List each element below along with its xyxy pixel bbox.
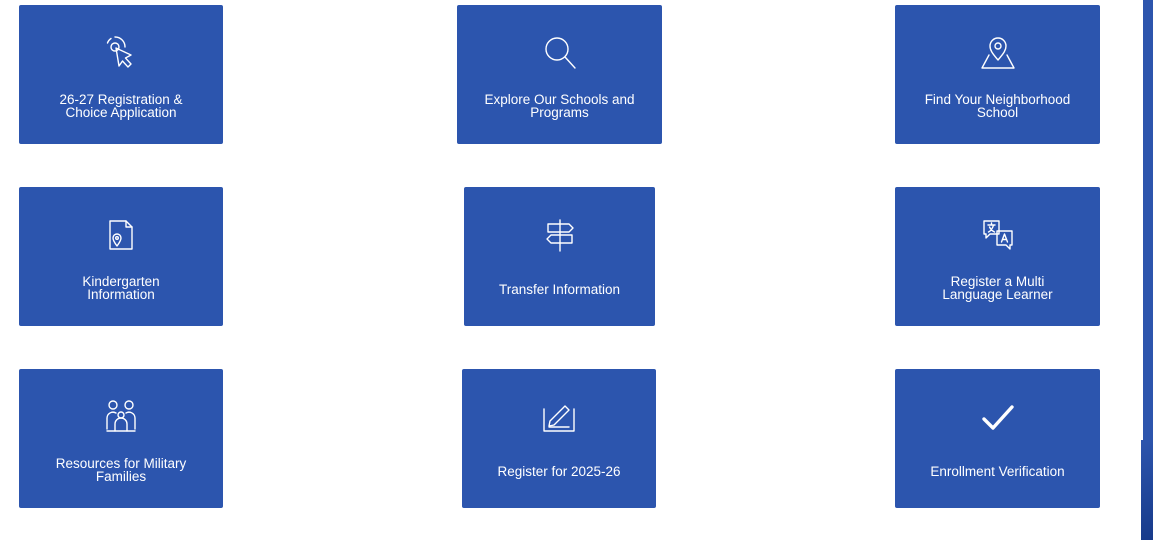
tile-label: Transfer Information [498, 282, 621, 297]
signature-icon [462, 397, 656, 437]
map-pin-icon [895, 33, 1100, 73]
translate-icon [895, 215, 1100, 255]
tile-register-2025-26[interactable]: Register for 2025-26 [462, 369, 656, 508]
tile-label: Explore Our Schools and Programs [484, 92, 635, 120]
tile-neighborhood-school[interactable]: Find Your Neighborhood School [895, 5, 1100, 144]
scrollbar-accent [1141, 440, 1153, 540]
tile-enrollment-verification[interactable]: Enrollment Verification [895, 369, 1100, 508]
search-icon [457, 33, 662, 73]
tile-label: Resources for Military Families [55, 456, 187, 484]
tile-label: Kindergarten Information [82, 274, 160, 302]
tile-explore-schools[interactable]: Explore Our Schools and Programs [457, 5, 662, 144]
tile-label: Enrollment Verification [930, 464, 1065, 479]
family-icon [19, 397, 223, 437]
tile-military-families[interactable]: Resources for Military Families [19, 369, 223, 508]
tile-label: Find Your Neighborhood School [924, 92, 1071, 120]
signpost-icon [464, 215, 655, 255]
tile-label: 26-27 Registration & Choice Application [59, 92, 183, 120]
document-location-icon [19, 215, 223, 255]
tile-multi-language-learner[interactable]: Register a Multi Language Learner [895, 187, 1100, 326]
tile-transfer-information[interactable]: Transfer Information [464, 187, 655, 326]
tile-kindergarten[interactable]: Kindergarten Information [19, 187, 223, 326]
tile-label: Register for 2025-26 [497, 464, 621, 479]
tile-label: Register a Multi Language Learner [942, 274, 1053, 302]
cursor-click-icon [19, 33, 223, 73]
tile-registration-choice[interactable]: 26-27 Registration & Choice Application [19, 5, 223, 144]
checkmark-icon [895, 397, 1100, 437]
